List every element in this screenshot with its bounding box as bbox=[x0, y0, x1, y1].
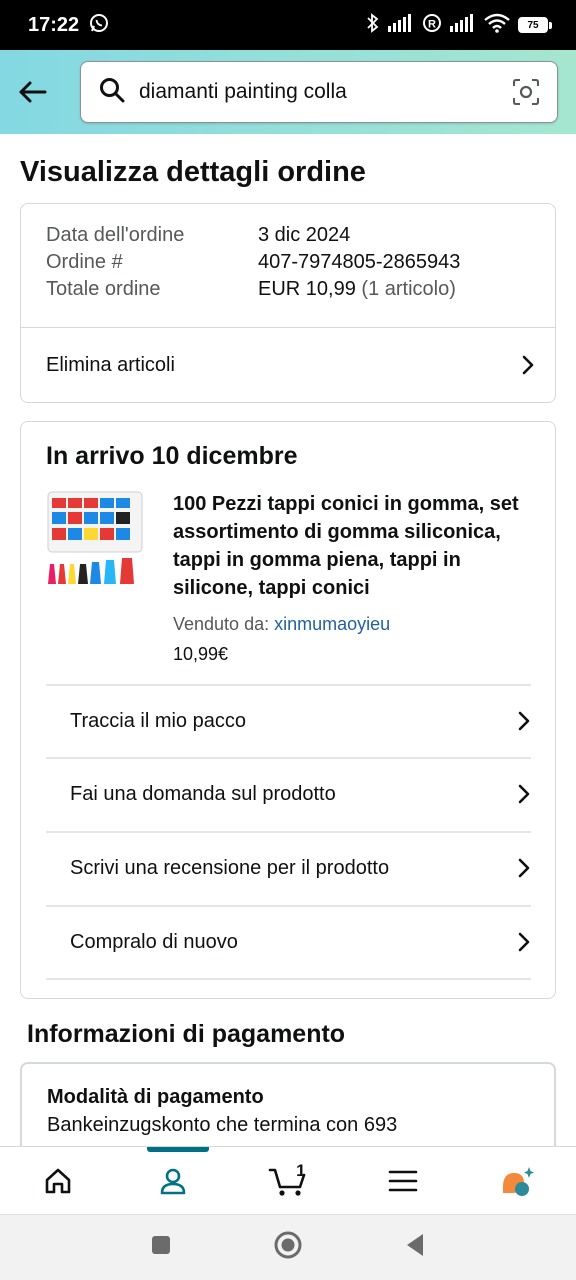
order-number-label: Ordine # bbox=[46, 251, 123, 273]
triangle-back-icon bbox=[407, 1234, 423, 1256]
order-date-value: 3 dic 2024 bbox=[258, 224, 351, 246]
whatsapp-icon bbox=[89, 13, 109, 38]
order-number-value: 407-7974805-2865943 bbox=[258, 251, 461, 273]
product-price: 10,99€ bbox=[173, 644, 229, 664]
system-nav-bar bbox=[0, 1214, 576, 1280]
svg-text:R: R bbox=[428, 18, 436, 30]
order-item-count: (1 articolo) bbox=[361, 278, 456, 300]
order-total-label: Totale ordine bbox=[46, 278, 161, 300]
nav-rufus[interactable] bbox=[461, 1147, 576, 1214]
payment-section-title: Informazioni di pagamento bbox=[27, 1020, 346, 1048]
order-summary-card: Data dell'ordine 3 dic 2024 Ordine # 407… bbox=[20, 203, 556, 403]
registered-icon: R bbox=[422, 13, 442, 38]
circle-icon bbox=[274, 1231, 302, 1259]
chevron-right-icon bbox=[517, 783, 531, 805]
order-total-value: EUR 10,99 bbox=[258, 278, 356, 300]
home-system-button[interactable] bbox=[273, 1230, 303, 1265]
menu-icon bbox=[388, 1170, 418, 1191]
chevron-right-icon bbox=[517, 931, 531, 953]
ask-question-row[interactable]: Fai una domanda sul prodotto bbox=[46, 757, 531, 829]
search-icon bbox=[99, 77, 125, 108]
seller-label: Venduto da: bbox=[173, 614, 270, 634]
wifi-icon bbox=[484, 13, 510, 38]
bluetooth-icon bbox=[366, 12, 380, 38]
nav-cart[interactable]: 1 bbox=[230, 1147, 345, 1214]
nav-account[interactable] bbox=[115, 1147, 230, 1214]
home-icon bbox=[45, 1168, 70, 1193]
write-review-row[interactable]: Scrivi una recensione per il prodotto bbox=[46, 831, 531, 903]
divider bbox=[46, 978, 531, 980]
action-label: Scrivi una recensione per il prodotto bbox=[70, 856, 390, 879]
recents-button[interactable] bbox=[149, 1233, 173, 1262]
camera-lens-icon[interactable] bbox=[511, 77, 541, 107]
buy-again-row[interactable]: Compralo di nuovo bbox=[46, 905, 531, 977]
action-label: Compralo di nuovo bbox=[70, 930, 238, 953]
status-bar: 17:22 R 75 bbox=[0, 0, 576, 50]
square-icon bbox=[152, 1236, 170, 1254]
search-header bbox=[0, 50, 576, 134]
search-box[interactable] bbox=[80, 61, 558, 123]
action-label: Traccia il mio pacco bbox=[70, 709, 246, 732]
order-date-label: Data dell'ordine bbox=[46, 224, 185, 246]
arrival-heading: In arrivo 10 dicembre bbox=[46, 442, 298, 470]
main-content: Visualizza dettagli ordine Data dell'ord… bbox=[0, 134, 576, 1146]
arrow-left-icon bbox=[19, 81, 47, 103]
battery-icon: 75 bbox=[518, 17, 552, 33]
nav-menu[interactable] bbox=[346, 1147, 461, 1214]
action-label: Fai una domanda sul prodotto bbox=[70, 782, 336, 805]
product-title[interactable]: 100 Pezzi tappi conici in gomma, set ass… bbox=[173, 490, 533, 602]
page-title: Visualizza dettagli ordine bbox=[20, 156, 366, 188]
search-input[interactable] bbox=[139, 80, 511, 104]
seller-info: Venduto da: xinmumaoyieu bbox=[173, 614, 390, 635]
chevron-right-icon bbox=[517, 857, 531, 879]
shipment-card: In arrivo 10 dicembre 100 Pezzi tappi co… bbox=[20, 421, 556, 999]
bottom-nav: 1 bbox=[0, 1146, 576, 1214]
cart-count: 1 bbox=[296, 1161, 306, 1180]
signal-icon-2 bbox=[450, 13, 476, 37]
delete-items-label: Elimina articoli bbox=[46, 353, 175, 376]
chevron-right-icon bbox=[521, 354, 535, 376]
chevron-right-icon bbox=[517, 710, 531, 732]
signal-icon bbox=[388, 13, 414, 37]
back-system-button[interactable] bbox=[403, 1232, 427, 1263]
nav-home[interactable] bbox=[0, 1147, 115, 1214]
payment-method-label: Modalità di pagamento bbox=[47, 1086, 264, 1108]
back-button[interactable] bbox=[14, 72, 50, 112]
seller-link[interactable]: xinmumaoyieu bbox=[274, 614, 390, 634]
payment-method-value: Bankeinzugskonto che termina con 693 bbox=[47, 1114, 398, 1136]
product-image[interactable] bbox=[46, 488, 146, 592]
account-icon bbox=[160, 1168, 186, 1194]
delete-items-row[interactable]: Elimina articoli bbox=[21, 328, 555, 402]
rufus-icon bbox=[503, 1166, 535, 1196]
active-indicator bbox=[147, 1147, 210, 1152]
track-package-row[interactable]: Traccia il mio pacco bbox=[46, 684, 531, 756]
status-time: 17:22 bbox=[28, 13, 80, 36]
payment-card: Modalità di pagamento Bankeinzugskonto c… bbox=[20, 1062, 556, 1146]
